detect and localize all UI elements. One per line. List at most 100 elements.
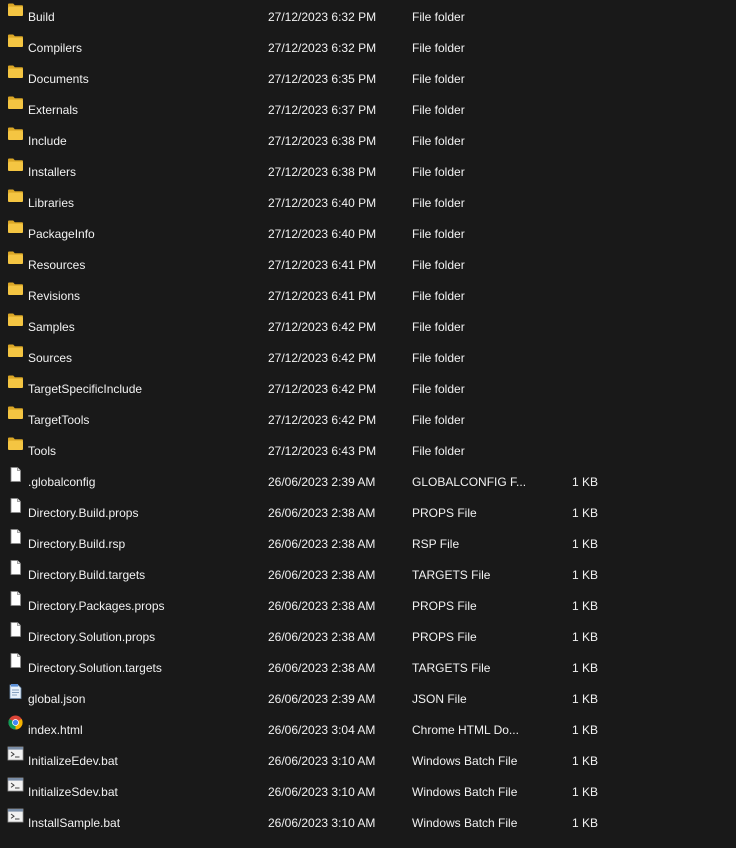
file-row[interactable]: Tools 27/12/2023 6:43 PM File folder [0,436,736,467]
file-row[interactable]: Directory.Packages.props 26/06/2023 2:38… [0,591,736,622]
file-row[interactable]: Build 27/12/2023 6:32 PM File folder [0,2,736,33]
folder-icon [7,219,24,234]
file-date-modified: 26/06/2023 2:39 AM [268,692,376,706]
file-size: 1 KB [571,630,598,644]
batch-file-icon [7,777,24,792]
file-row[interactable]: PackageInfo 27/12/2023 6:40 PM File fold… [0,219,736,250]
folder-icon [7,343,24,358]
file-name: InstallSample.bat [28,816,121,830]
file-date-modified: 26/06/2023 3:10 AM [268,754,376,768]
file-type: File folder [412,258,465,272]
file-row[interactable]: Compilers 27/12/2023 6:32 PM File folder [0,33,736,64]
file-date-modified: 27/12/2023 6:41 PM [268,289,377,303]
file-row[interactable]: TargetTools 27/12/2023 6:42 PM File fold… [0,405,736,436]
file-size: 1 KB [571,661,598,675]
file-row[interactable]: InitializeEdev.bat 26/06/2023 3:10 AM Wi… [0,746,736,777]
folder-icon [7,281,24,296]
file-date-modified: 27/12/2023 6:37 PM [268,103,377,117]
file-row[interactable]: Sources 27/12/2023 6:42 PM File folder [0,343,736,374]
file-row[interactable]: global.json 26/06/2023 2:39 AM JSON File… [0,684,736,715]
file-date-modified: 27/12/2023 6:35 PM [268,72,377,86]
folder-icon [7,33,24,48]
file-type: File folder [412,41,465,55]
file-row[interactable]: Directory.Solution.props 26/06/2023 2:38… [0,622,736,653]
file-type: GLOBALCONFIG F... [412,475,527,489]
file-type: File folder [412,320,465,334]
file-date-modified: 27/12/2023 6:38 PM [268,165,377,179]
file-name: TargetTools [28,413,90,427]
file-date-modified: 26/06/2023 3:10 AM [268,785,376,799]
folder-icon [7,250,24,265]
folder-icon [7,374,24,389]
file-type: PROPS File [412,630,477,644]
file-icon [7,467,24,482]
file-size: 1 KB [571,692,598,706]
file-type: File folder [412,72,465,86]
file-date-modified: 27/12/2023 6:32 PM [268,10,377,24]
file-date-modified: 27/12/2023 6:42 PM [268,413,377,427]
file-name: Build [28,10,55,24]
file-date-modified: 26/06/2023 2:38 AM [268,537,376,551]
file-type: File folder [412,196,465,210]
file-name: Directory.Solution.props [28,630,156,644]
file-row[interactable]: Directory.Build.targets 26/06/2023 2:38 … [0,560,736,591]
file-name: Revisions [28,289,81,303]
file-size: 1 KB [571,816,598,830]
file-date-modified: 26/06/2023 2:38 AM [268,630,376,644]
folder-icon [7,126,24,141]
file-date-modified: 27/12/2023 6:43 PM [268,444,377,458]
file-row[interactable]: Directory.Build.props 26/06/2023 2:38 AM… [0,498,736,529]
file-row[interactable]: InstallSample.bat 26/06/2023 3:10 AM Win… [0,808,736,839]
file-row[interactable]: InitializeSdev.bat 26/06/2023 3:10 AM Wi… [0,777,736,808]
file-type: File folder [412,444,465,458]
file-type: Windows Batch File [412,785,518,799]
file-row[interactable]: Resources 27/12/2023 6:41 PM File folder [0,250,736,281]
file-row[interactable]: Directory.Solution.targets 26/06/2023 2:… [0,653,736,684]
chrome-icon [7,715,24,730]
file-row[interactable]: index.html 26/06/2023 3:04 AM Chrome HTM… [0,715,736,746]
file-list: Build 27/12/2023 6:32 PM File folder Com… [0,0,736,848]
file-row[interactable]: Installers 27/12/2023 6:38 PM File folde… [0,157,736,188]
file-row[interactable]: Directory.Build.rsp 26/06/2023 2:38 AM R… [0,529,736,560]
file-icon [7,498,24,513]
file-type: TARGETS File [412,661,491,675]
file-row[interactable]: Include 27/12/2023 6:38 PM File folder [0,126,736,157]
file-date-modified: 27/12/2023 6:41 PM [268,258,377,272]
file-name: Resources [28,258,86,272]
file-date-modified: 27/12/2023 6:40 PM [268,227,377,241]
file-row[interactable]: .globalconfig 26/06/2023 2:39 AM GLOBALC… [0,467,736,498]
file-type: PROPS File [412,599,477,613]
file-size: 1 KB [571,475,598,489]
file-row[interactable]: Externals 27/12/2023 6:37 PM File folder [0,95,736,126]
file-size: 1 KB [571,785,598,799]
file-size: 1 KB [571,723,598,737]
folder-icon [7,405,24,420]
file-icon [7,560,24,575]
file-row[interactable]: Documents 27/12/2023 6:35 PM File folder [0,64,736,95]
file-row[interactable]: Samples 27/12/2023 6:42 PM File folder [0,312,736,343]
file-row[interactable]: TargetSpecificInclude 27/12/2023 6:42 PM… [0,374,736,405]
file-type: Chrome HTML Do... [412,723,519,737]
file-size: 1 KB [571,506,598,520]
file-date-modified: 26/06/2023 2:38 AM [268,661,376,675]
file-type: TARGETS File [412,568,491,582]
json-file-icon [7,684,24,699]
file-type: RSP File [412,537,460,551]
file-icon [7,591,24,606]
file-name: Libraries [28,196,75,210]
file-date-modified: 27/12/2023 6:42 PM [268,320,377,334]
file-name: Directory.Build.rsp [28,537,126,551]
folder-icon [7,312,24,327]
file-date-modified: 26/06/2023 3:10 AM [268,816,376,830]
folder-icon [7,95,24,110]
file-date-modified: 26/06/2023 2:38 AM [268,568,376,582]
file-name: InitializeEdev.bat [28,754,118,768]
file-name: Directory.Build.targets [28,568,146,582]
file-name: Installers [28,165,77,179]
file-row[interactable]: Revisions 27/12/2023 6:41 PM File folder [0,281,736,312]
file-name: .globalconfig [28,475,96,489]
file-name: Directory.Build.props [28,506,139,520]
file-row[interactable]: Libraries 27/12/2023 6:40 PM File folder [0,188,736,219]
file-name: Documents [28,72,89,86]
file-name: Directory.Solution.targets [28,661,162,675]
